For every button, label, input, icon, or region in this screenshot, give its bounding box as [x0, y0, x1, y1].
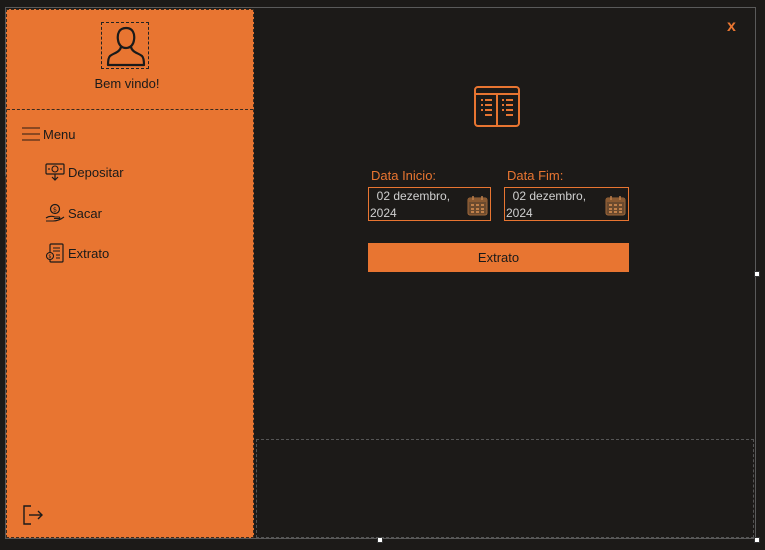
- hamburger-icon: [22, 127, 40, 141]
- welcome-text: Bem vindo!: [94, 76, 160, 91]
- avatar: [101, 22, 149, 69]
- extrato-button[interactable]: Extrato: [368, 243, 629, 272]
- svg-text:$: $: [53, 206, 57, 214]
- sidebar-item-label: Extrato: [68, 245, 110, 261]
- user-icon: [106, 26, 146, 67]
- menu-label: Menu: [43, 126, 76, 142]
- sidebar-item-label: Depositar: [68, 164, 124, 180]
- resize-handle-right[interactable]: [754, 271, 760, 277]
- start-date-label: Data Inicio:: [371, 168, 437, 183]
- withdraw-hand-coin-icon: $: [45, 203, 65, 222]
- end-date-value: 02 dezembro, 2024: [506, 189, 587, 220]
- sidebar-item-extrato[interactable]: $ Extrato: [45, 242, 109, 264]
- logout-button[interactable]: [22, 504, 44, 526]
- resize-handle-corner[interactable]: [754, 537, 760, 543]
- start-date-value: 02 dezembro, 2024: [370, 189, 451, 220]
- sidebar-item-label: Sacar: [68, 205, 102, 221]
- start-date-picker[interactable]: 02 dezembro, 2024: [368, 187, 491, 221]
- sidebar-item-depositar[interactable]: Depositar: [45, 161, 124, 183]
- statement-book-icon: [473, 85, 521, 133]
- statement-results-panel: [256, 439, 754, 538]
- close-button[interactable]: x: [727, 18, 736, 36]
- statement-icon: $: [45, 243, 64, 263]
- deposit-money-icon: [45, 163, 65, 181]
- calendar-icon[interactable]: [467, 195, 488, 216]
- menu-toggle[interactable]: Menu: [21, 124, 76, 144]
- sidebar: Bem vindo! Menu Depositar $ Sacar $ Extr…: [6, 9, 254, 538]
- end-date-picker[interactable]: 02 dezembro, 2024: [504, 187, 629, 221]
- user-panel: Bem vindo!: [7, 10, 253, 110]
- end-date-label: Data Fim:: [507, 168, 564, 183]
- logout-icon: [23, 505, 43, 525]
- sidebar-item-sacar[interactable]: $ Sacar: [45, 202, 102, 224]
- svg-text:$: $: [48, 254, 51, 260]
- calendar-icon[interactable]: [605, 195, 626, 216]
